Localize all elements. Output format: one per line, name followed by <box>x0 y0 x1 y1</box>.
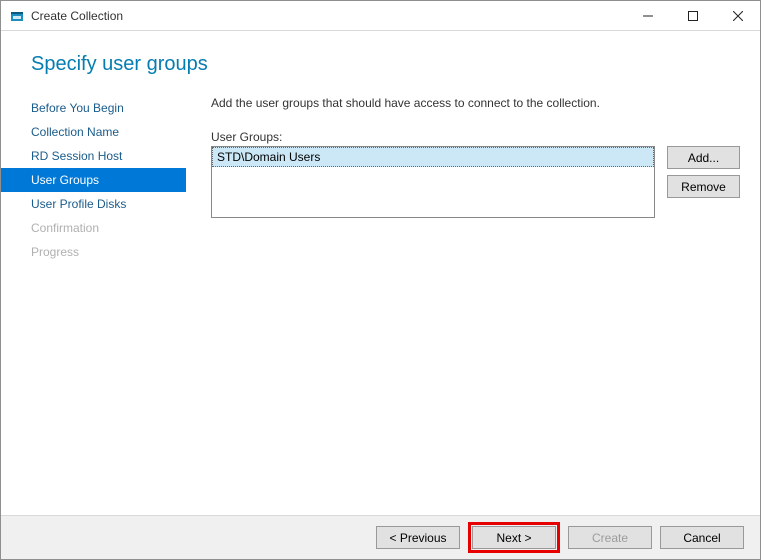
app-icon <box>9 8 25 24</box>
wizard-footer: < Previous Next > Create Cancel <box>1 515 760 559</box>
listbox-buttons: Add... Remove <box>667 146 740 198</box>
close-button[interactable] <box>715 1 760 30</box>
page-heading: Specify user groups <box>1 31 760 94</box>
user-groups-label: User Groups: <box>211 130 740 144</box>
wizard-step: Progress <box>1 240 186 264</box>
add-button[interactable]: Add... <box>667 146 740 169</box>
list-item[interactable]: STD\Domain Users <box>212 147 654 167</box>
wizard-step: Confirmation <box>1 216 186 240</box>
remove-button[interactable]: Remove <box>667 175 740 198</box>
wizard-step[interactable]: Collection Name <box>1 120 186 144</box>
wizard-step[interactable]: User Groups <box>1 168 186 192</box>
maximize-button[interactable] <box>670 1 715 30</box>
wizard-step[interactable]: User Profile Disks <box>1 192 186 216</box>
window-title: Create Collection <box>31 9 625 23</box>
wizard-step[interactable]: Before You Begin <box>1 96 186 120</box>
user-groups-row: STD\Domain Users Add... Remove <box>211 146 740 218</box>
user-groups-listbox[interactable]: STD\Domain Users <box>211 146 655 218</box>
previous-button[interactable]: < Previous <box>376 526 460 549</box>
wizard-body: Before You BeginCollection NameRD Sessio… <box>1 94 760 515</box>
create-button: Create <box>568 526 652 549</box>
instruction-text: Add the user groups that should have acc… <box>211 96 740 110</box>
wizard-window: Create Collection Specify user groups Be… <box>0 0 761 560</box>
next-button[interactable]: Next > <box>472 526 556 549</box>
titlebar: Create Collection <box>1 1 760 31</box>
next-button-highlight: Next > <box>468 522 560 553</box>
wizard-steps: Before You BeginCollection NameRD Sessio… <box>1 94 186 515</box>
cancel-button[interactable]: Cancel <box>660 526 744 549</box>
main-panel: Add the user groups that should have acc… <box>186 94 760 515</box>
window-controls <box>625 1 760 30</box>
minimize-button[interactable] <box>625 1 670 30</box>
wizard-step[interactable]: RD Session Host <box>1 144 186 168</box>
